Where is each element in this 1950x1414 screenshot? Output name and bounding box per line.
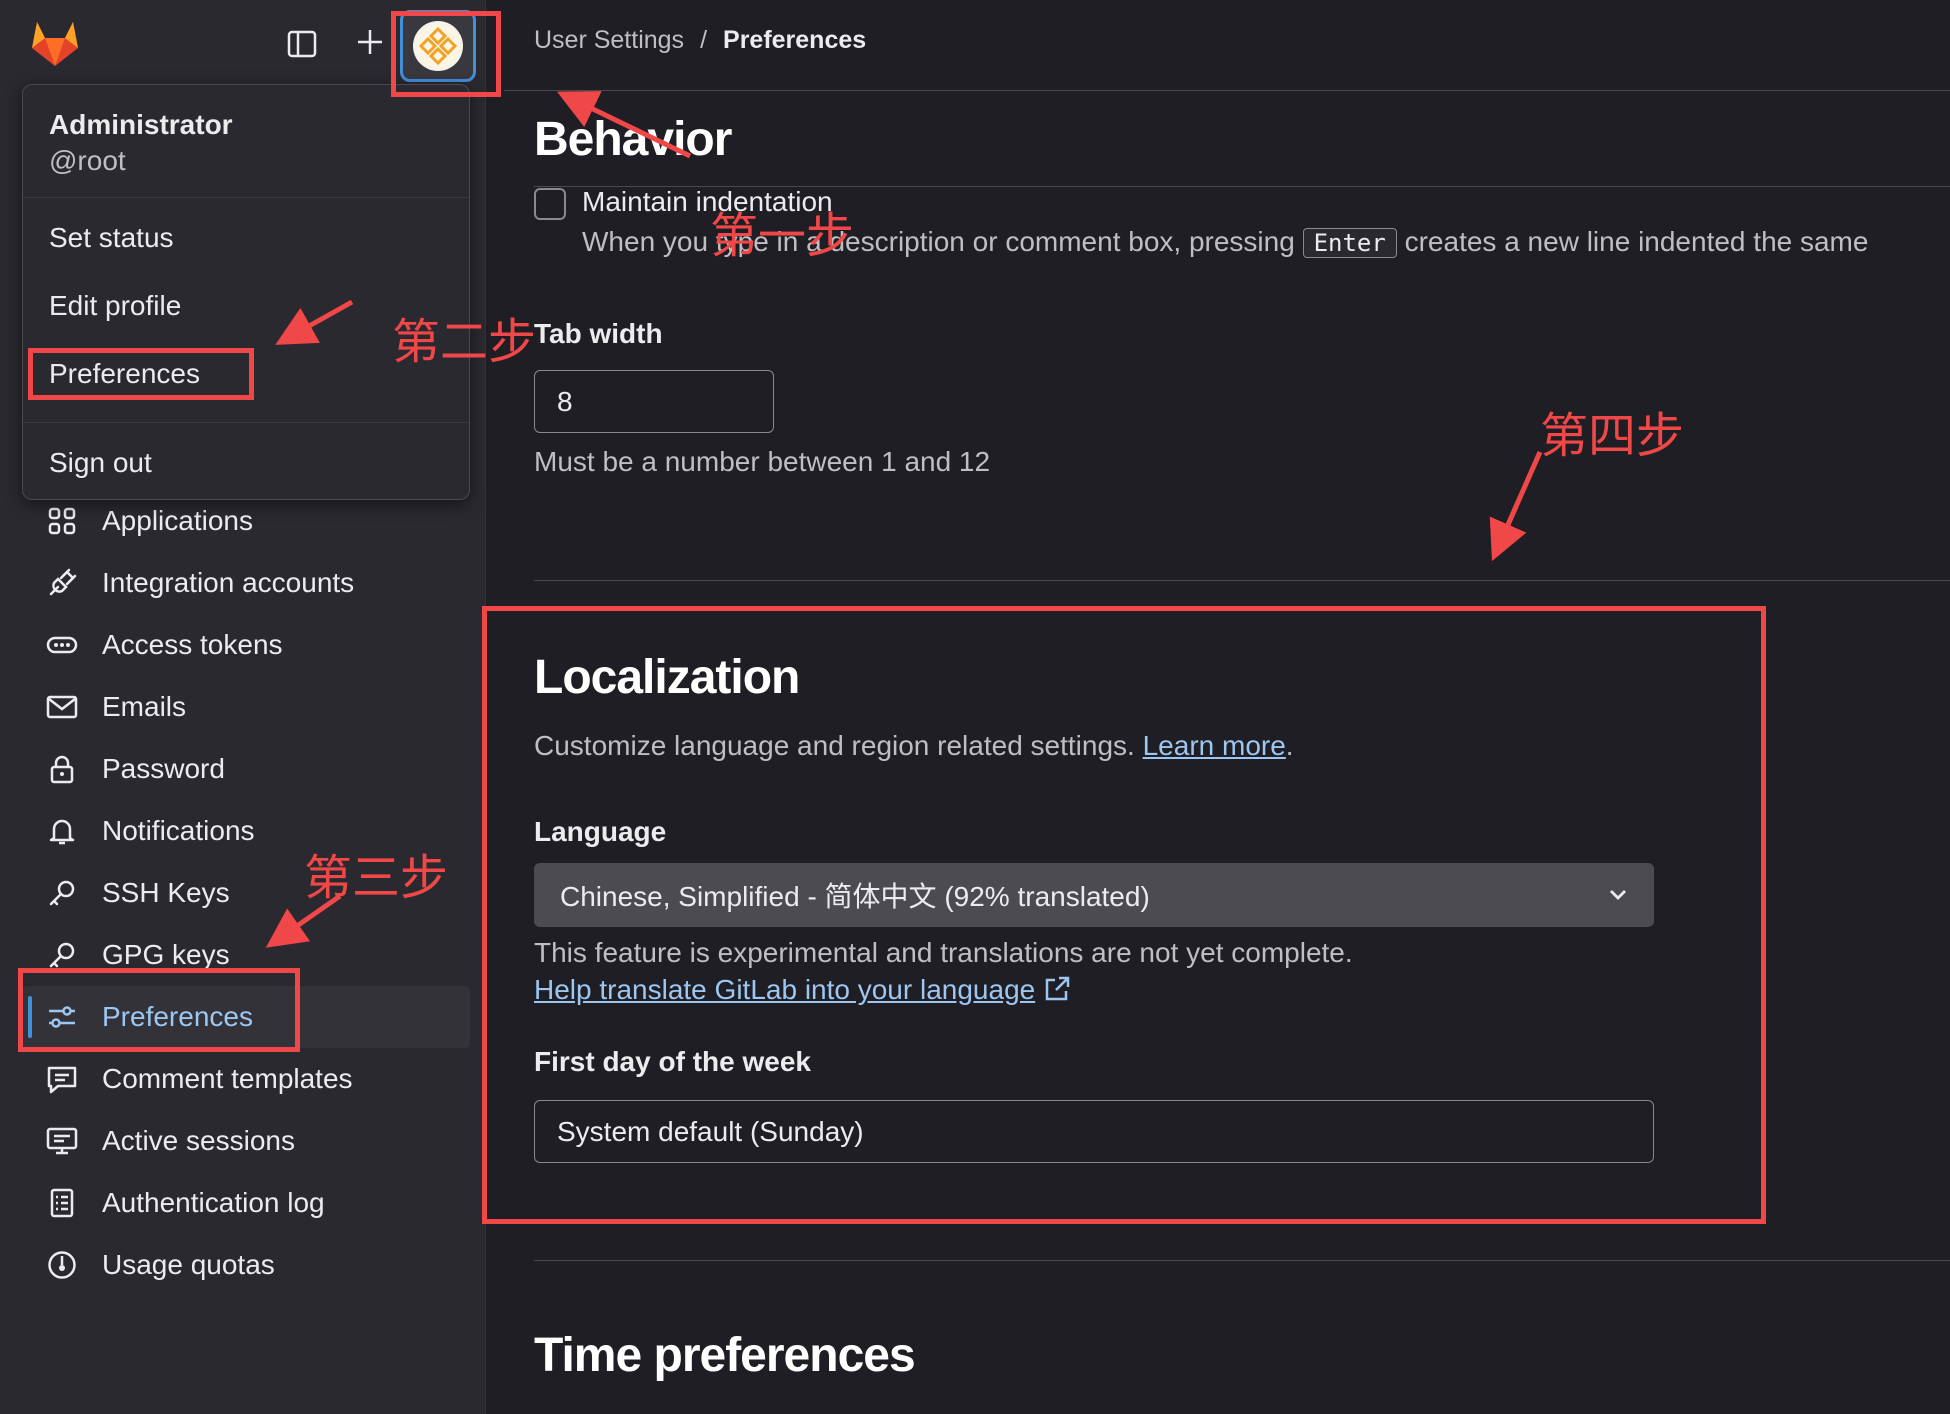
mail-icon <box>46 691 78 723</box>
quota-icon <box>46 1249 78 1281</box>
user-display-name: Administrator <box>49 109 233 140</box>
sidebar-item-label: Notifications <box>102 815 255 846</box>
enter-key: Enter <box>1302 228 1397 258</box>
help-text-after: creates a new line indented the same <box>1404 226 1869 257</box>
section-title-time-preferences: Time preferences <box>534 1329 916 1382</box>
log-icon <box>46 1187 78 1219</box>
sidebar-item-label: Integration accounts <box>102 567 355 598</box>
lock-icon <box>46 753 78 785</box>
sidebar-item-label: Authentication log <box>102 1187 325 1218</box>
sidebar-item-label: Active sessions <box>102 1125 295 1156</box>
sidebar-item-label: Comment templates <box>102 1063 353 1094</box>
section-divider <box>534 1260 1950 1261</box>
section-title-behavior: Behavior <box>534 113 732 166</box>
sidebar-item-label: Usage quotas <box>102 1249 275 1280</box>
sidebar-item-label: Emails <box>102 691 187 722</box>
maintain-indentation-checkbox[interactable] <box>534 188 566 220</box>
sidebar-item-label: Access tokens <box>102 629 283 660</box>
sidebar: Applications Integration accounts Access… <box>0 0 486 1414</box>
sidebar-toggle-icon <box>287 30 317 58</box>
annotation-step-2: 第二步 <box>392 314 537 370</box>
applications-icon <box>46 505 78 537</box>
comment-icon <box>46 1063 78 1095</box>
menu-divider <box>23 422 469 423</box>
annotation-box-sidebar-preferences <box>18 968 300 1052</box>
key-icon <box>46 877 78 909</box>
plug-icon <box>46 567 78 599</box>
user-menu-dropdown: Administrator @root Set status Edit prof… <box>22 84 470 500</box>
bell-icon <box>46 815 78 847</box>
tab-width-help: Must be a number between 1 and 12 <box>534 446 991 477</box>
sidebar-item-active-sessions[interactable]: Active sessions <box>0 1110 486 1172</box>
token-icon <box>46 629 78 661</box>
annotation-step-3: 第三步 <box>304 850 449 906</box>
sidebar-item-password[interactable]: Password <box>0 738 486 800</box>
section-divider <box>534 580 1950 581</box>
user-menu-header[interactable]: Administrator @root <box>23 85 469 198</box>
sidebar-item-emails[interactable]: Emails <box>0 676 486 738</box>
annotation-box-menu-preferences <box>28 348 254 400</box>
monitor-icon <box>46 1125 78 1157</box>
menu-item-sign-out[interactable]: Sign out <box>23 429 469 497</box>
create-new-button[interactable] <box>350 22 390 62</box>
breadcrumb: User Settings / Preferences <box>534 26 866 55</box>
tab-width-input[interactable]: 8 <box>534 370 774 433</box>
breadcrumb-parent[interactable]: User Settings <box>534 26 684 55</box>
arrow-step-4 <box>1489 450 1543 562</box>
sidebar-item-label: GPG keys <box>102 939 230 970</box>
sidebar-item-label: SSH Keys <box>102 877 230 908</box>
sidebar-item-usage-quotas[interactable]: Usage quotas <box>0 1234 486 1296</box>
annotation-step-1: 第一步 <box>710 208 855 264</box>
sidebar-item-integration-accounts[interactable]: Integration accounts <box>0 552 486 614</box>
sidebar-item-label: Applications <box>102 505 253 536</box>
header-divider <box>504 90 1950 91</box>
breadcrumb-separator: / <box>700 26 708 54</box>
gitlab-logo[interactable] <box>26 14 84 72</box>
annotation-box-avatar <box>391 11 501 97</box>
plus-icon <box>358 30 382 54</box>
sidebar-item-access-tokens[interactable]: Access tokens <box>0 614 486 676</box>
sidebar-toggle-button[interactable] <box>282 24 322 64</box>
gitlab-tanuki-icon <box>32 22 78 66</box>
user-username: @root <box>49 145 126 176</box>
sidebar-item-authentication-log[interactable]: Authentication log <box>0 1172 486 1234</box>
key-icon <box>46 939 78 971</box>
menu-item-set-status[interactable]: Set status <box>23 204 469 272</box>
sidebar-item-comment-templates[interactable]: Comment templates <box>0 1048 486 1110</box>
sidebar-item-label: Password <box>102 753 225 784</box>
tab-width-label: Tab width <box>534 318 663 349</box>
help-text-before: When you type in a description or commen… <box>582 226 1295 257</box>
annotation-step-4: 第四步 <box>1540 408 1685 464</box>
breadcrumb-current: Preferences <box>723 26 867 54</box>
annotation-box-localization <box>482 606 1766 1224</box>
